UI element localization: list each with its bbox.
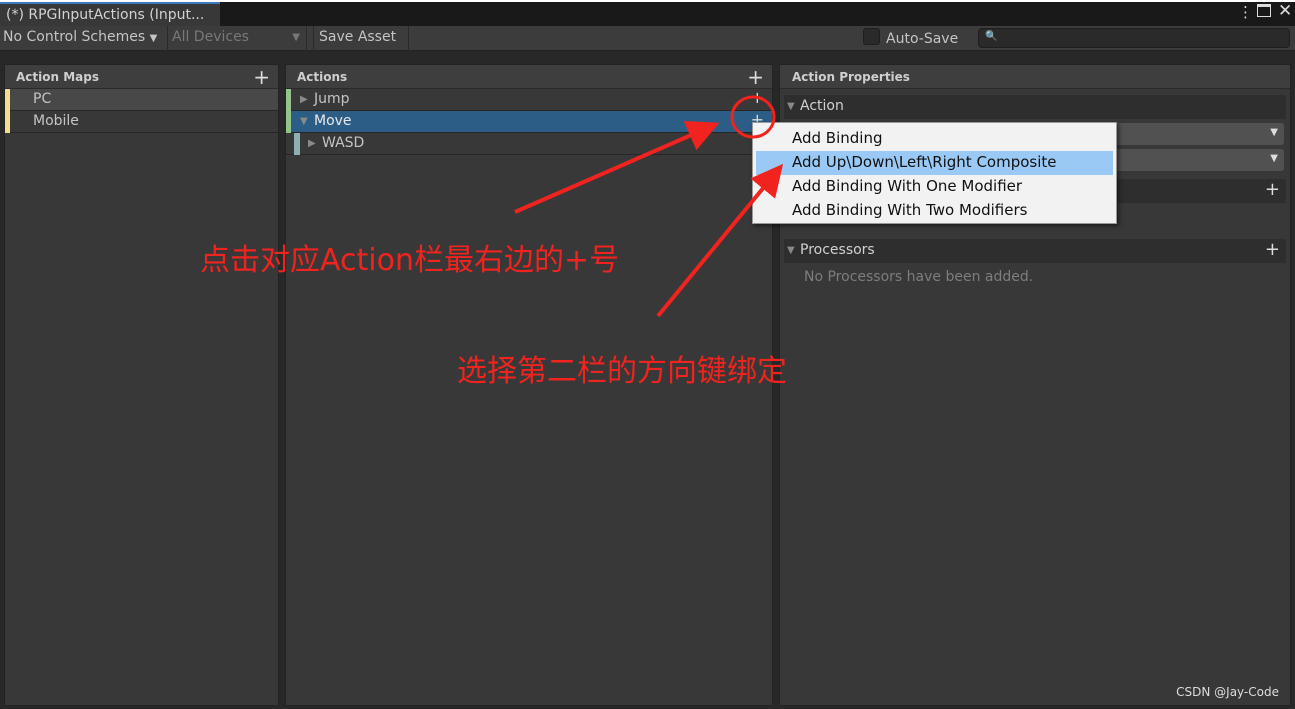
annotation-text: 选择第二栏的方向键绑定	[457, 354, 787, 389]
annotation-arrow	[656, 163, 784, 318]
watermark: CSDN @Jay-Code	[1176, 685, 1279, 699]
annotation-text: 点击对应Action栏最右边的+号	[200, 243, 620, 278]
annotation-arrow	[514, 120, 720, 214]
highlight-circle	[730, 95, 776, 139]
